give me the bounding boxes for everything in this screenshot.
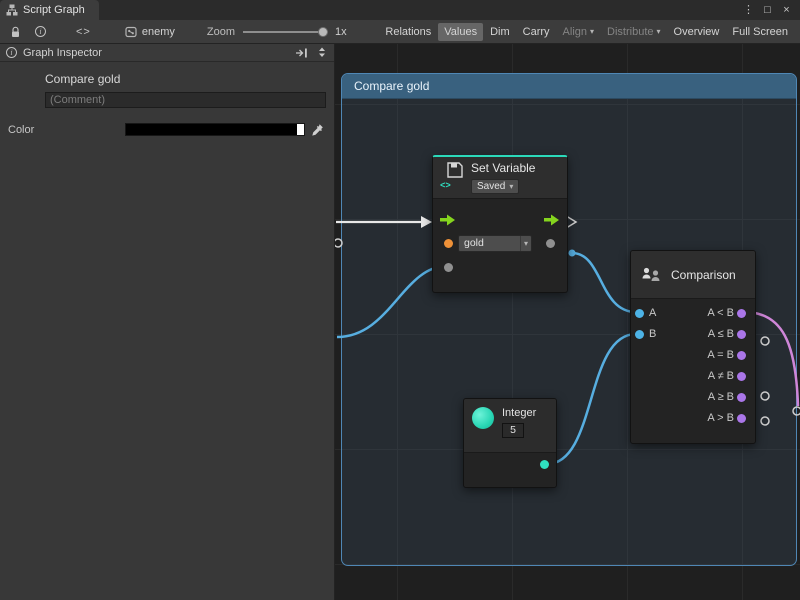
comparison-row: B A ≤ B	[631, 324, 755, 345]
save-variable-icon	[447, 162, 463, 178]
inspector-graph-title: Compare gold	[45, 72, 334, 86]
node-title: Comparison	[671, 268, 736, 282]
variable-input-port[interactable]	[444, 239, 453, 248]
color-label: Color	[8, 124, 125, 136]
output-port-aneqb[interactable]	[737, 372, 746, 381]
chevron-down-icon: ▾	[509, 182, 513, 191]
dim-button[interactable]: Dim	[484, 23, 516, 41]
zoom-label: Zoom	[207, 26, 235, 38]
graph-inspector-header: i Graph Inspector	[0, 44, 334, 62]
panel-options-icon[interactable]	[316, 47, 328, 58]
graph-name: enemy	[142, 26, 175, 38]
values-button[interactable]: Values	[438, 23, 483, 41]
variable-name-dropdown[interactable]: gold ▾	[458, 235, 532, 252]
integer-icon	[472, 407, 494, 429]
tab-script-graph[interactable]: Script Graph	[0, 0, 99, 20]
zoom-value: 1x	[335, 26, 347, 38]
color-row: Color	[0, 123, 334, 136]
script-graph-icon	[6, 4, 18, 16]
window-menu-icon[interactable]: ⋮	[740, 1, 757, 19]
dock-panel-icon[interactable]	[295, 48, 308, 58]
input-port-b[interactable]	[635, 330, 644, 339]
zoom-slider-handle[interactable]	[318, 27, 328, 37]
input-label: B	[649, 328, 656, 340]
script-graph-window: Script Graph ⋮ □ × i <> enemy	[0, 0, 800, 600]
integer-output-port[interactable]	[540, 460, 549, 469]
lock-button[interactable]	[6, 25, 25, 39]
output-port-altb[interactable]	[737, 309, 746, 318]
output-label: A < B	[707, 307, 734, 319]
window-title: Script Graph	[23, 4, 85, 16]
chevron-down-icon: ▾	[520, 236, 531, 251]
zoom-slider-track	[243, 31, 328, 33]
input-label: A	[649, 307, 656, 319]
inspector-toggle-button[interactable]: i	[31, 25, 50, 38]
relations-button[interactable]: Relations	[379, 23, 437, 41]
output-label: A ≤ B	[708, 328, 734, 340]
variable-badge-icon: <>	[440, 181, 451, 191]
zoom-slider[interactable]	[243, 27, 328, 37]
output-port-agtb[interactable]	[737, 414, 746, 423]
alpha-indicator	[297, 124, 304, 135]
node-integer[interactable]: Integer 5	[463, 398, 557, 488]
info-icon: i	[6, 47, 17, 58]
input-port-a[interactable]	[635, 309, 644, 318]
value-output-port[interactable]	[546, 239, 555, 248]
node-comparison[interactable]: Comparison A A < B B A ≤ B	[630, 250, 756, 444]
close-icon[interactable]: ×	[778, 1, 795, 19]
flow-input-port[interactable]	[440, 214, 456, 226]
maximize-icon[interactable]: □	[759, 1, 776, 19]
set-variable-header[interactable]: <> Set Variable Saved ▾	[433, 157, 567, 199]
distribute-dropdown-button[interactable]: Distribute ▾	[601, 23, 666, 41]
node-title: Set Variable	[471, 161, 535, 176]
group-title: Compare gold	[354, 79, 429, 93]
output-label: A > B	[707, 412, 734, 424]
window-controls: ⋮ □ ×	[740, 0, 800, 20]
graph-inspector-panel: i Graph Inspector Compare gold Color	[0, 44, 335, 600]
comparison-row: A = B	[631, 345, 755, 366]
graph-asset-icon	[125, 26, 137, 38]
carry-button[interactable]: Carry	[517, 23, 556, 41]
comparison-icon	[641, 266, 662, 283]
comparison-row: A ≠ B	[631, 366, 755, 387]
group-header[interactable]: Compare gold	[342, 74, 796, 99]
info-icon: i	[35, 26, 46, 37]
output-port-alteb[interactable]	[737, 330, 746, 339]
integer-value-field[interactable]: 5	[502, 423, 524, 438]
comparison-row: A > B	[631, 408, 755, 429]
output-label: A = B	[707, 349, 734, 361]
node-set-variable[interactable]: <> Set Variable Saved ▾	[432, 155, 568, 293]
output-label: A ≥ B	[708, 391, 734, 403]
output-label: A ≠ B	[708, 370, 734, 382]
graph-canvas[interactable]: Compare gold	[335, 44, 800, 600]
integer-header[interactable]: Integer 5	[464, 399, 556, 453]
comparison-row: A A < B	[631, 303, 755, 324]
toolbar-button-group: Relations Values Dim Carry Align ▾ Distr…	[379, 23, 794, 41]
variable-scope-dropdown[interactable]: Saved ▾	[471, 179, 519, 194]
lock-icon	[10, 26, 21, 38]
flow-output-port[interactable]	[544, 214, 560, 226]
chevron-down-icon: ▾	[657, 27, 661, 36]
window-content: i Graph Inspector Compare gold Color	[0, 44, 800, 600]
comparison-header[interactable]: Comparison	[631, 251, 755, 299]
output-port-agteb[interactable]	[737, 393, 746, 402]
fullscreen-button[interactable]: Full Screen	[726, 23, 794, 41]
color-field[interactable]	[125, 123, 305, 136]
overview-button[interactable]: Overview	[668, 23, 726, 41]
node-title: Integer	[502, 407, 536, 419]
code-view-button[interactable]: <>	[76, 26, 91, 38]
value-input-port[interactable]	[444, 263, 453, 272]
output-port-aeqb[interactable]	[737, 351, 746, 360]
graph-breadcrumb[interactable]: enemy	[125, 26, 175, 38]
comment-input[interactable]	[45, 92, 326, 108]
chevron-down-icon: ▾	[590, 27, 594, 36]
titlebar: Script Graph ⋮ □ ×	[0, 0, 800, 20]
eyedropper-icon	[311, 123, 324, 136]
comparison-row: A ≥ B	[631, 387, 755, 408]
graph-toolbar: i <> enemy Zoom 1x Relations Values	[0, 20, 800, 44]
align-dropdown-button[interactable]: Align ▾	[557, 23, 600, 41]
graph-inspector-title: Graph Inspector	[23, 47, 102, 59]
eyedropper-button[interactable]	[311, 123, 324, 136]
